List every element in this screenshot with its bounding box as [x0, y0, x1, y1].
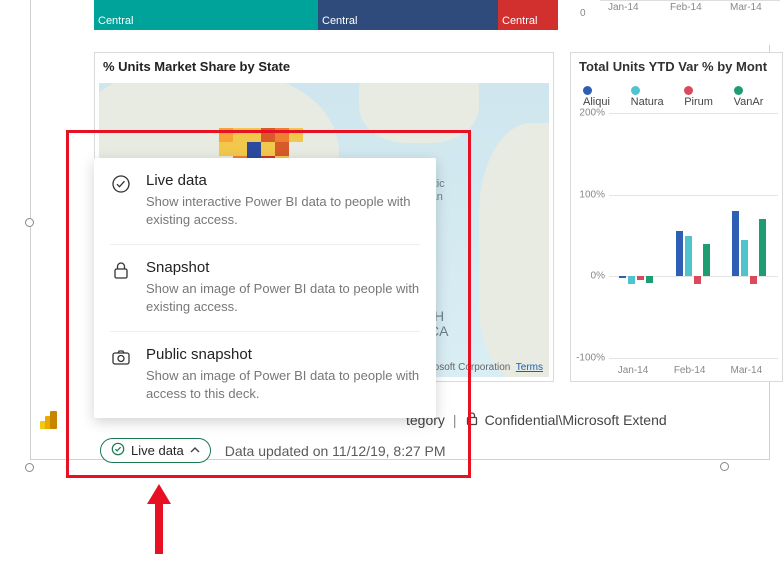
lock-icon [112, 261, 130, 315]
legend-item: Natura [631, 84, 675, 108]
camera-icon [111, 348, 131, 402]
bar-segment-label: Central [502, 15, 537, 27]
landmass [359, 83, 479, 143]
state-tile [289, 128, 303, 142]
legend-dot [631, 86, 640, 95]
legend-dot [734, 86, 743, 95]
chart-bar [694, 276, 701, 284]
state-tile [275, 128, 289, 142]
chart-bar [619, 276, 626, 278]
axis-tick: 200% [575, 108, 605, 119]
data-mode-menu: Live data Show interactive Power BI data… [94, 158, 436, 418]
menu-item-desc: Show an image of Power BI data to people… [146, 367, 420, 402]
map-title: % Units Market Share by State [95, 53, 553, 80]
legend-dot [583, 86, 592, 95]
bar-segment: Central [94, 0, 318, 30]
state-tile [247, 142, 261, 156]
chart-bar [703, 244, 710, 277]
footer-confidential: Confidential\Microsoft Extend [485, 412, 667, 428]
axis-tick: 0% [575, 271, 605, 282]
chart-bar [676, 231, 683, 276]
chart-bar [628, 276, 635, 284]
map-terms-link[interactable]: Terms [516, 362, 543, 373]
axis-tick: Feb-14 [670, 2, 702, 13]
chart-bar [732, 211, 739, 276]
segmented-bar: Central Central Central [94, 0, 558, 30]
powerbi-logo-icon [40, 411, 56, 429]
addin-toolbar: Live data Data updated on 11/12/19, 8:27… [40, 438, 446, 463]
state-tile [219, 142, 233, 156]
map-attribution-text: osoft Corporation [434, 362, 511, 373]
axis-tick: 100% [575, 189, 605, 200]
data-mode-label: Live data [131, 443, 184, 458]
axis-tick: Jan-14 [608, 2, 639, 13]
legend-item: VanAr [734, 84, 774, 108]
chart-fragment-top: 0 Jan-14 Feb-14 Mar-14 [570, 0, 783, 45]
legend-label: VanAr [734, 96, 764, 108]
axis-line [600, 0, 780, 1]
axis-tick: Mar-14 [730, 2, 762, 13]
bar-segment-label: Central [98, 15, 133, 27]
gridline [609, 113, 778, 114]
legend-label: Aliqui [583, 96, 610, 108]
bar-segment-label: Central [322, 15, 357, 27]
separator: | [453, 412, 457, 428]
map-attribution: osoft Corporation Terms [434, 362, 543, 373]
menu-item-live-data[interactable]: Live data Show interactive Power BI data… [94, 158, 436, 244]
selection-handle[interactable] [720, 462, 729, 471]
menu-item-title: Snapshot [146, 259, 420, 276]
state-tile [261, 128, 275, 142]
axis-tick: Feb-14 [674, 365, 706, 376]
chart-plot-area: 200%100%0%-100%Jan-14Feb-14Mar-14 [609, 113, 778, 358]
legend-item: Aliqui [583, 84, 621, 108]
data-updated-text: Data updated on 11/12/19, 8:27 PM [225, 443, 446, 459]
state-tile [275, 142, 289, 156]
state-tile [233, 128, 247, 142]
chart-bar [759, 219, 766, 276]
state-tile [233, 142, 247, 156]
chart-bar [637, 276, 644, 280]
bar-chart-visual[interactable]: Total Units YTD Var % by Mont Aliqui Nat… [570, 52, 783, 382]
axis-tick: -100% [575, 353, 605, 364]
legend-item: Pirum [684, 84, 723, 108]
check-circle-icon [111, 442, 125, 459]
chart-legend: Aliqui Natura Pirum VanAr [571, 80, 782, 108]
axis-tick: 0 [580, 8, 586, 19]
axis-tick: Mar-14 [730, 365, 762, 376]
landmass [479, 123, 549, 377]
gridline [609, 358, 778, 359]
menu-item-title: Public snapshot [146, 346, 420, 363]
menu-item-snapshot[interactable]: Snapshot Show an image of Power BI data … [110, 244, 420, 331]
state-tile [247, 128, 261, 142]
annotation-arrow-icon [144, 484, 174, 557]
menu-item-desc: Show interactive Power BI data to people… [146, 193, 420, 228]
bar-segment: Central [498, 0, 558, 30]
chart-bar [685, 236, 692, 277]
data-mode-button[interactable]: Live data [100, 438, 211, 463]
bar-segment: Central [318, 0, 498, 30]
state-tile [219, 128, 233, 142]
menu-item-title: Live data [146, 172, 420, 189]
check-circle-icon [111, 174, 131, 228]
legend-dot [684, 86, 693, 95]
chart-bar [750, 276, 757, 284]
menu-item-public-snapshot[interactable]: Public snapshot Show an image of Power B… [110, 331, 420, 418]
selection-handle[interactable] [25, 463, 34, 472]
gridline [609, 195, 778, 196]
legend-label: Pirum [684, 96, 713, 108]
menu-item-desc: Show an image of Power BI data to people… [146, 280, 420, 315]
lock-icon [465, 411, 479, 429]
chevron-up-icon [190, 443, 200, 458]
axis-tick: Jan-14 [618, 365, 649, 376]
selection-handle[interactable] [25, 218, 34, 227]
legend-label: Natura [631, 96, 664, 108]
chart-bar [646, 276, 653, 283]
state-tile [261, 142, 275, 156]
chart-title: Total Units YTD Var % by Mont [571, 53, 782, 80]
chart-bar [741, 240, 748, 277]
